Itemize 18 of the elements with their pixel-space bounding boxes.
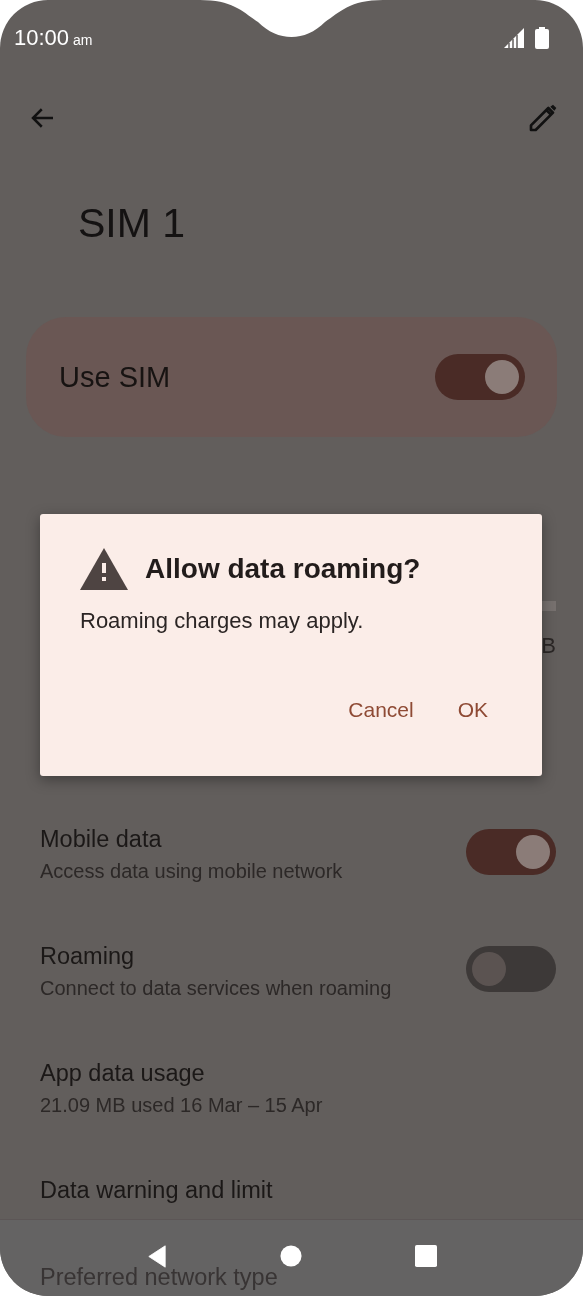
toggle-switch[interactable] (466, 946, 556, 992)
dialog-button[interactable]: Cancel (340, 692, 422, 728)
recents-icon[interactable] (414, 1245, 437, 1267)
toggle-switch[interactable] (466, 829, 556, 875)
dialog-button[interactable]: OK (449, 692, 496, 728)
settings-item[interactable]: Data warning and limit (0, 1157, 583, 1206)
signal-icon (503, 26, 525, 49)
warning-icon (80, 548, 128, 590)
dialog-message: Roaming charges may apply. (80, 608, 365, 634)
home-icon[interactable] (279, 1245, 302, 1267)
toggle-switch[interactable] (435, 354, 525, 400)
back-icon[interactable] (146, 1244, 167, 1268)
dialog-title: Allow data roaming? (145, 553, 421, 585)
status-time: 10:00 am (14, 24, 93, 51)
page-title: SIM 1 (78, 200, 186, 247)
edit-icon[interactable] (527, 102, 559, 134)
battery-icon (535, 26, 549, 49)
use-sim-card[interactable]: Use SIM (26, 317, 557, 437)
